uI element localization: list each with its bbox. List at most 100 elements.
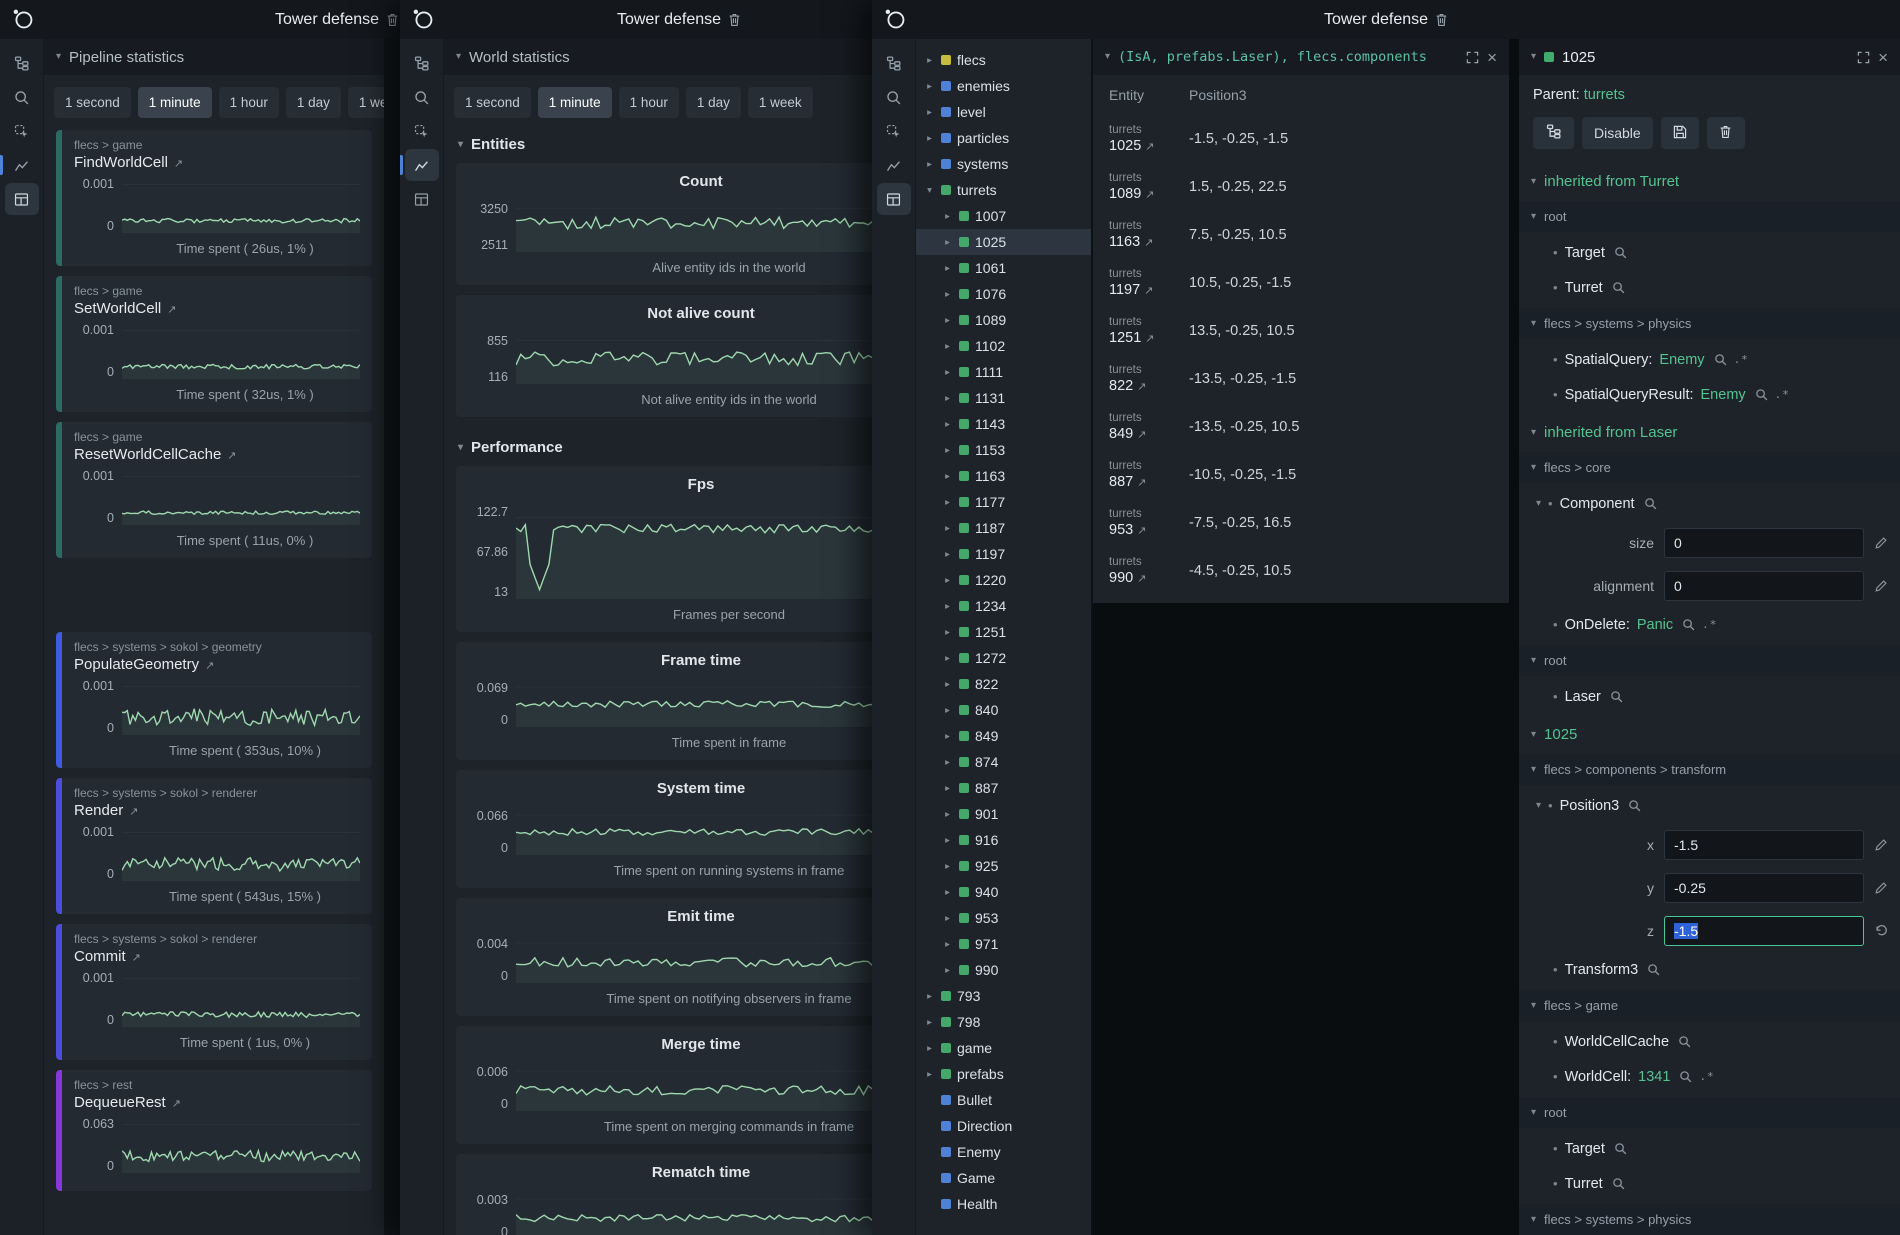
entity-id-link[interactable]: 887 ↗ (1109, 474, 1189, 490)
component-path-header[interactable]: ▾flecs > components > transform (1519, 754, 1900, 785)
tree-item-1220[interactable]: ▸1220 (916, 567, 1091, 593)
query-component-icon[interactable] (1614, 1142, 1627, 1155)
tree-item-game[interactable]: ▸game (916, 1035, 1091, 1061)
tree-item-flecs[interactable]: ▸flecs (916, 47, 1091, 73)
expand-arrow-icon[interactable]: ▸ (924, 55, 935, 66)
tree-item-Enemy[interactable]: Enemy (916, 1139, 1091, 1165)
undo-icon[interactable] (1874, 924, 1890, 938)
hierarchy-view-button[interactable] (1533, 117, 1574, 149)
search-icon[interactable] (405, 81, 439, 113)
query-input[interactable]: (IsA, prefabs.Laser), flecs.components (1118, 49, 1458, 65)
tree-item-887[interactable]: ▸887 (916, 775, 1091, 801)
tree-item-enemies[interactable]: ▸enemies (916, 73, 1091, 99)
collapse-chevron-icon[interactable]: ▾ (1531, 319, 1536, 329)
query-component-icon[interactable] (1682, 618, 1695, 631)
collapse-chevron-icon[interactable]: ▾ (1531, 428, 1536, 438)
query-component-icon[interactable] (1755, 388, 1768, 401)
tree-item-1089[interactable]: ▸1089 (916, 307, 1091, 333)
query-component-icon[interactable] (1612, 1177, 1625, 1190)
collapse-chevron-icon[interactable]: ▾ (1531, 656, 1536, 666)
collapse-chevron-icon[interactable]: ▾ (1531, 463, 1536, 473)
collapse-chevron-icon[interactable]: ▾ (1536, 801, 1541, 811)
expand-arrow-icon[interactable]: ▸ (942, 289, 953, 300)
inspect-icon[interactable] (877, 115, 911, 147)
query-component-icon[interactable] (1644, 497, 1657, 510)
tree-item-1163[interactable]: ▸1163 (916, 463, 1091, 489)
expand-arrow-icon[interactable]: ▸ (924, 159, 935, 170)
tree-icon[interactable] (5, 47, 39, 79)
expand-arrow-icon[interactable]: ▸ (942, 549, 953, 560)
expand-arrow-icon[interactable]: ▸ (942, 809, 953, 820)
expand-arrow-icon[interactable]: ▸ (942, 861, 953, 872)
query-component-icon[interactable] (1714, 353, 1727, 366)
delete-world-icon[interactable] (386, 13, 399, 27)
table-icon[interactable] (5, 183, 39, 215)
search-icon[interactable] (5, 81, 39, 113)
tree-item-990[interactable]: ▸990 (916, 957, 1091, 983)
system-name-link[interactable]: DequeueRest↗ (74, 1094, 360, 1111)
chart-icon[interactable] (877, 149, 911, 181)
field-input-z[interactable]: -1.5 (1664, 916, 1864, 946)
component-value-link[interactable]: 1341 (1638, 1069, 1670, 1085)
collapse-chevron-icon[interactable]: ▾ (56, 52, 61, 62)
query-result-row[interactable]: turrets1089 ↗1.5, -0.25, 22.5 (1093, 163, 1509, 211)
tree-item-849[interactable]: ▸849 (916, 723, 1091, 749)
component-row[interactable]: ▾•Position3 (1519, 788, 1900, 823)
expand-arrow-icon[interactable]: ▸ (942, 705, 953, 716)
disable-button[interactable]: Disable (1582, 117, 1653, 149)
component-row[interactable]: •WorldCell:1341.* (1519, 1059, 1900, 1094)
entity-id-link[interactable]: 1251 ↗ (1109, 330, 1189, 346)
expand-arrow-icon[interactable]: ▸ (942, 757, 953, 768)
expand-arrow-icon[interactable]: ▸ (942, 783, 953, 794)
component-row[interactable]: •Transform3 (1519, 952, 1900, 987)
query-component-icon[interactable] (1679, 1070, 1692, 1083)
tree-icon[interactable] (405, 47, 439, 79)
close-panel-icon[interactable]: × (1878, 49, 1888, 66)
component-row[interactable]: ▾•Component (1519, 486, 1900, 521)
query-result-row[interactable]: turrets1163 ↗7.5, -0.25, 10.5 (1093, 211, 1509, 259)
delete-world-icon[interactable] (728, 13, 741, 27)
expand-arrow-icon[interactable]: ▸ (942, 315, 953, 326)
edit-icon[interactable] (1874, 536, 1890, 550)
expand-arrow-icon[interactable]: ▸ (942, 653, 953, 664)
field-input-x[interactable] (1664, 830, 1864, 860)
time-range-1-minute[interactable]: 1 minute (138, 87, 212, 118)
system-name-link[interactable]: ResetWorldCellCache↗ (74, 446, 360, 463)
expand-panel-icon[interactable] (1466, 51, 1479, 64)
expand-arrow-icon[interactable]: ▸ (942, 367, 953, 378)
tree-item-1177[interactable]: ▸1177 (916, 489, 1091, 515)
tree-item-793[interactable]: ▸793 (916, 983, 1091, 1009)
query-result-row[interactable]: turrets953 ↗-7.5, -0.25, 16.5 (1093, 499, 1509, 547)
query-result-row[interactable]: turrets1251 ↗13.5, -0.25, 10.5 (1093, 307, 1509, 355)
time-range-1-day[interactable]: 1 day (686, 87, 741, 118)
panel-header[interactable]: ▾ Pipeline statistics (44, 39, 384, 75)
entity-id-link[interactable]: 953 ↗ (1109, 522, 1189, 538)
expand-arrow-icon[interactable]: ▸ (942, 237, 953, 248)
expand-arrow-icon[interactable]: ▸ (942, 731, 953, 742)
tree-item-1143[interactable]: ▸1143 (916, 411, 1091, 437)
table-icon[interactable] (877, 183, 911, 215)
save-button[interactable] (1661, 117, 1699, 149)
time-range-1-minute[interactable]: 1 minute (538, 87, 612, 118)
tree-item-systems[interactable]: ▸systems (916, 151, 1091, 177)
component-row[interactable]: •SpatialQuery:Enemy.* (1519, 342, 1900, 377)
entity-id-link[interactable]: 1025 ↗ (1109, 138, 1189, 154)
edit-icon[interactable] (1874, 838, 1890, 852)
query-result-row[interactable]: turrets887 ↗-10.5, -0.25, -1.5 (1093, 451, 1509, 499)
component-value-link[interactable]: Panic (1637, 617, 1673, 633)
tree-item-1076[interactable]: ▸1076 (916, 281, 1091, 307)
inspector-section-header[interactable]: ▾1025 (1519, 714, 1900, 751)
query-result-row[interactable]: turrets1025 ↗-1.5, -0.25, -1.5 (1093, 115, 1509, 163)
time-range-1-hour[interactable]: 1 hour (219, 87, 279, 118)
expand-arrow-icon[interactable]: ▸ (924, 81, 935, 92)
expand-arrow-icon[interactable]: ▸ (924, 1017, 935, 1028)
component-row[interactable]: •Turret (1519, 1166, 1900, 1201)
entity-id-link[interactable]: 849 ↗ (1109, 426, 1189, 442)
component-path-header[interactable]: ▾flecs > core (1519, 452, 1900, 483)
system-name-link[interactable]: SetWorldCell↗ (74, 300, 360, 317)
inspector-section-header[interactable]: ▾inherited from Turret (1519, 161, 1900, 198)
tree-item-798[interactable]: ▸798 (916, 1009, 1091, 1035)
time-range-1-second[interactable]: 1 second (54, 87, 131, 118)
tree-item-Direction[interactable]: Direction (916, 1113, 1091, 1139)
query-component-icon[interactable] (1614, 246, 1627, 259)
